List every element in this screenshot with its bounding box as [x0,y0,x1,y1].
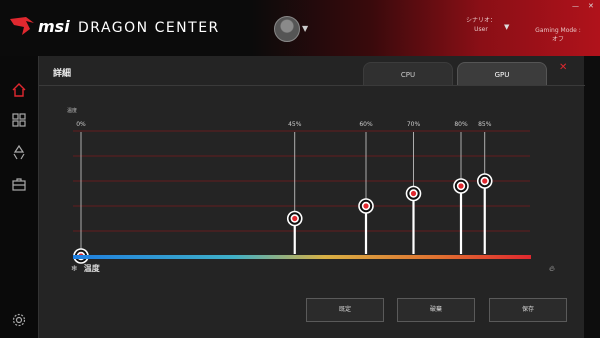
home-icon[interactable] [11,82,27,98]
chevron-down-icon: ▼ [504,23,510,31]
tick-label-3: 70% [407,121,421,128]
gear-icon[interactable] [11,312,27,328]
curve-points [73,173,493,264]
tick-label-2: 60% [359,121,373,128]
snowflake-icon: ❄ [71,264,78,273]
avatar [274,16,300,42]
y-axis-label: 温度 [67,107,77,114]
tick-label-4: 80% [454,121,468,128]
msi-dragon-logo: msi DRAGON CENTER [10,17,220,36]
curve-stems [79,132,486,256]
grid-icon[interactable] [11,112,27,128]
tick-label-5: 85% [478,121,492,128]
flame-icon: 🔥︎ [549,264,555,273]
curve-point-5[interactable] [476,173,493,189]
discard-button[interactable]: 破棄 [397,298,475,322]
sidebar [0,56,38,338]
title-bar: msi DRAGON CENTER ▼ シナリオ： User ▼ Gaming … [0,0,600,56]
tick-label-1: 45% [288,121,302,128]
user-avatar-button[interactable]: ▼ [274,16,314,44]
scenario-selector[interactable]: シナリオ： User ▼ [446,16,516,34]
gaming-mode-value: オフ [551,36,564,43]
recycle-icon[interactable] [11,144,27,160]
tick-labels: 0% 45% 60% 70% 80% 85% [76,121,491,128]
temperature-label-row: ❄ 温度 [71,263,100,274]
curve-point-2[interactable] [358,198,374,214]
minimize-button[interactable]: — [572,2,579,10]
curve-point-1[interactable] [286,210,303,227]
app-name: DRAGON CENTER [78,20,220,36]
advanced-fan-dialog: 詳細 CPU GPU ✕ 温度 0% 45% 60% 70% 80% 85% ❄ 温度 🔥︎… [38,56,585,338]
temperature-label: 温度 [83,264,100,273]
fan-curve-chart: 温度 0% 45% 60% 70% 80% 85% [67,107,531,264]
default-button[interactable]: 既定 [306,298,384,322]
gaming-mode-toggle[interactable]: Gaming Mode : オフ [528,26,588,44]
close-window-button[interactable]: ✕ [588,2,594,10]
temperature-gradient-bar [73,255,531,259]
curve-point-3[interactable] [405,185,422,202]
dragon-shield-icon [10,17,34,35]
curve-point-4[interactable] [453,178,469,194]
brand-text: msi [38,17,70,36]
toolbox-icon[interactable] [11,176,27,192]
tick-label-0: 0% [76,121,86,128]
gaming-mode-label: Gaming Mode : [535,27,581,34]
save-button[interactable]: 保存 [489,298,567,322]
chevron-down-icon: ▼ [302,24,309,33]
